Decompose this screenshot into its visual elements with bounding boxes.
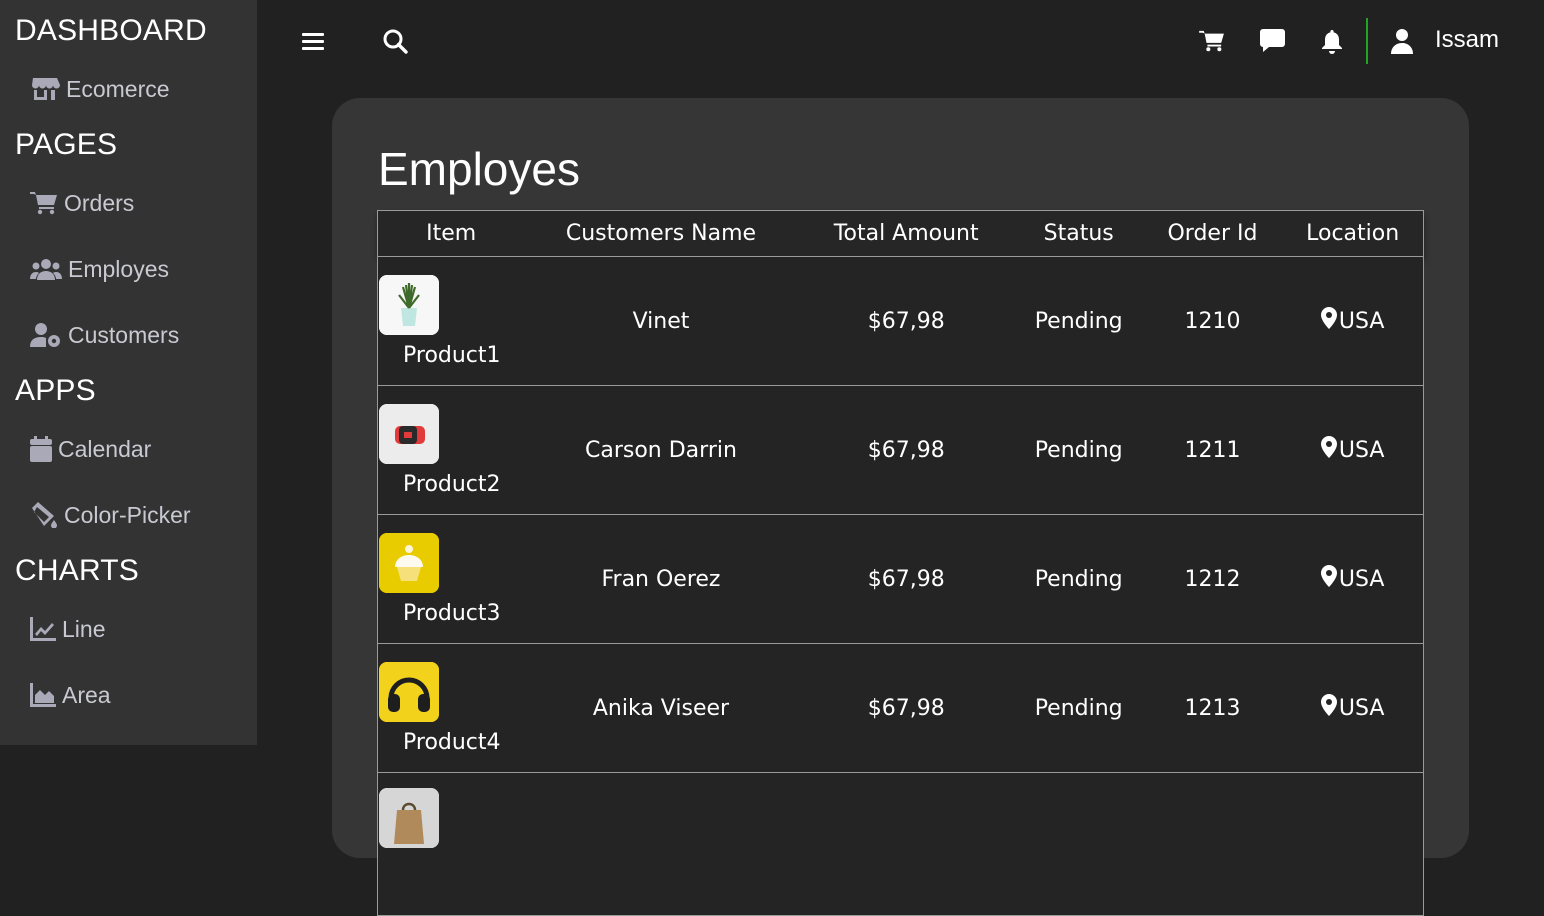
calendar-icon (30, 436, 52, 462)
item-name: Product4 (403, 729, 501, 755)
status: Pending (1014, 385, 1143, 515)
table-row[interactable]: Product3 Fran Oerez $67,98 Pending 1212 … (377, 514, 1424, 644)
status: Pending (1014, 643, 1143, 773)
location: USA (1338, 566, 1385, 592)
sidebar-item-calendar[interactable]: Calendar (30, 432, 151, 466)
total-amount: $67,98 (797, 385, 1015, 515)
total-amount: $67,98 (797, 514, 1015, 644)
section-title-charts: CHARTS (15, 554, 139, 587)
customer-name: Anika Viseer (524, 643, 798, 773)
table-row[interactable]: Product4 Anika Viseer $67,98 Pending 121… (377, 643, 1424, 773)
chat-icon[interactable] (1258, 28, 1286, 54)
order-id: 1212 (1142, 514, 1283, 644)
cart-icon (30, 191, 58, 215)
sidebar-item-label: Employes (68, 255, 169, 282)
table-row[interactable]: Product2 Carson Darrin $67,98 Pending 12… (377, 385, 1424, 515)
menu-icon[interactable] (300, 28, 326, 54)
item-name: Product3 (403, 600, 501, 626)
map-pin-icon (1320, 307, 1339, 335)
map-pin-icon (1320, 436, 1339, 464)
total-amount: $67,98 (797, 256, 1015, 386)
column-header-item[interactable]: Item (378, 211, 525, 257)
product-image-cupcake (379, 532, 439, 593)
item-name: Product1 (403, 342, 501, 368)
sidebar-item-ecomerce[interactable]: Ecomerce (30, 72, 170, 106)
total-amount: $67,98 (797, 643, 1015, 773)
sidebar-item-employes[interactable]: Employes (30, 252, 169, 286)
column-header-order-id[interactable]: Order Id (1143, 211, 1283, 257)
orders-table: Item Customers Name Total Amount Status … (377, 210, 1424, 916)
users-icon (30, 257, 62, 281)
location: USA (1338, 437, 1385, 463)
search-icon[interactable] (381, 27, 409, 55)
item-cell (377, 772, 525, 916)
sidebar-item-label: Area (62, 681, 111, 708)
sidebar: DASHBOARD Ecomerce PAGES Orders Employes… (0, 0, 257, 745)
cart-icon[interactable] (1198, 28, 1226, 54)
bell-icon[interactable] (1319, 27, 1345, 55)
location-cell: USA (1282, 643, 1424, 773)
column-header-total-amount[interactable]: Total Amount (798, 211, 1015, 257)
order-id: 1210 (1142, 256, 1283, 386)
item-name: Product2 (403, 471, 501, 497)
sidebar-item-label: Ecomerce (66, 75, 170, 102)
sidebar-item-label: Color-Picker (64, 501, 191, 528)
location: USA (1338, 308, 1385, 334)
section-title-pages: PAGES (15, 128, 118, 161)
sidebar-item-area[interactable]: Area (30, 678, 111, 712)
sidebar-item-color-picker[interactable]: Color-Picker (30, 498, 191, 532)
page-title: Employes (378, 143, 580, 195)
line-chart-icon (30, 617, 56, 641)
location-cell: USA (1282, 256, 1424, 386)
sidebar-item-line[interactable]: Line (30, 612, 105, 646)
user-cog-icon (30, 322, 62, 348)
topbar-divider (1366, 18, 1368, 64)
product-image-watch (379, 403, 439, 464)
section-title-dashboard: DASHBOARD (15, 14, 207, 47)
customer-name: Carson Darrin (524, 385, 798, 515)
customer-name: Vinet (524, 256, 798, 386)
store-icon (30, 76, 60, 102)
customer-name: Fran Oerez (524, 514, 798, 644)
order-id: 1213 (1142, 643, 1283, 773)
order-id: 1211 (1142, 385, 1283, 515)
username[interactable]: Issam (1435, 26, 1499, 54)
item-cell: Product3 (377, 514, 525, 644)
sidebar-item-label: Customers (68, 321, 180, 348)
map-pin-icon (1320, 565, 1339, 593)
table-row[interactable]: Product1 Vinet $67,98 Pending 1210 USA (377, 256, 1424, 386)
product-image-plant (379, 274, 439, 335)
sidebar-item-label: Orders (64, 189, 135, 216)
status: Pending (1014, 256, 1143, 386)
sidebar-item-orders[interactable]: Orders (30, 186, 134, 220)
product-image-bag (379, 788, 439, 848)
sidebar-item-label: Line (62, 615, 106, 642)
table-row[interactable] (377, 772, 1424, 916)
paint-bucket-icon (30, 502, 58, 528)
location-cell: USA (1282, 514, 1424, 644)
area-chart-icon (30, 683, 56, 707)
sidebar-item-label: Calendar (58, 435, 152, 462)
sidebar-item-customers[interactable]: Customers (30, 318, 179, 352)
status: Pending (1014, 514, 1143, 644)
item-cell: Product4 (377, 643, 525, 773)
location: USA (1338, 695, 1385, 721)
column-header-customers-name[interactable]: Customers Name (524, 211, 797, 257)
user-icon[interactable] (1389, 27, 1415, 55)
map-pin-icon (1320, 694, 1339, 722)
table-header-row: Item Customers Name Total Amount Status … (377, 210, 1424, 257)
column-header-status[interactable]: Status (1015, 211, 1143, 257)
location-cell: USA (1282, 385, 1424, 515)
product-image-headphones (379, 661, 439, 722)
item-cell: Product2 (377, 385, 525, 515)
section-title-apps: APPS (15, 374, 96, 407)
column-header-location[interactable]: Location (1282, 211, 1423, 257)
item-cell: Product1 (377, 256, 525, 386)
